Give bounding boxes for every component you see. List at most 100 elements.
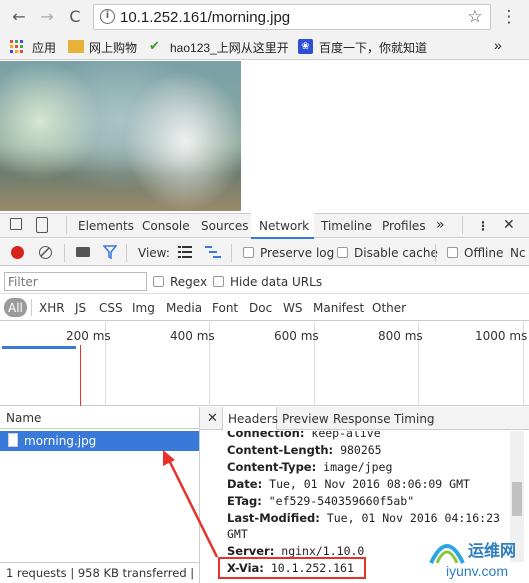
record-icon[interactable] — [11, 246, 24, 259]
throttling-select[interactable]: Nc — [510, 246, 526, 260]
offline-checkbox[interactable] — [447, 247, 458, 258]
type-font[interactable]: Font — [212, 301, 238, 315]
header-row: Content-Type: image/jpeg — [227, 460, 392, 474]
header-value: Tue, 01 Nov 2016 04:16:23 — [326, 511, 500, 525]
type-ws[interactable]: WS — [283, 301, 302, 315]
header-key: Date: — [227, 477, 263, 491]
header-key: ETag: — [227, 494, 262, 508]
watermark-url: iyunv.com — [446, 563, 508, 579]
type-other[interactable]: Other — [372, 301, 406, 315]
disable-cache-checkbox[interactable] — [337, 247, 348, 258]
header-key: Connection: — [227, 431, 305, 440]
bookmark-baidu[interactable]: 百度一下，你就知道 — [319, 39, 427, 56]
tab-sources[interactable]: Sources — [201, 219, 248, 233]
preserve-log-checkbox[interactable] — [243, 247, 254, 258]
filter-funnel-icon[interactable] — [102, 245, 118, 262]
overview-waterfall-icon[interactable] — [205, 246, 221, 261]
tab-response[interactable]: Response — [333, 412, 391, 426]
request-waterfall-bar — [2, 346, 76, 349]
toolbar-divider — [231, 244, 232, 262]
timeline-tick-label: 400 ms — [170, 329, 215, 343]
header-value: GMT — [227, 527, 248, 541]
header-value: keep-alive — [311, 431, 381, 440]
name-header-label[interactable]: Name — [6, 411, 41, 425]
url-text[interactable]: 10.1.252.161/morning.jpg — [120, 9, 290, 26]
info-icon[interactable]: i — [100, 9, 115, 24]
hao123-icon: ✔ — [149, 39, 160, 54]
clear-icon[interactable] — [39, 246, 52, 259]
inspect-element-icon[interactable] — [10, 218, 22, 230]
header-row: Last-Modified: Tue, 01 Nov 2016 04:16:23 — [227, 511, 500, 525]
toolbar-divider — [435, 244, 436, 262]
preserve-log-label[interactable]: Preserve log — [260, 246, 334, 260]
apps-grid-icon — [10, 40, 24, 54]
type-xhr[interactable]: XHR — [39, 301, 65, 315]
devtools-close-icon[interactable]: ✕ — [503, 217, 515, 233]
back-button[interactable]: ← — [10, 8, 28, 26]
header-row: Connection: keep-alive — [227, 431, 381, 440]
menu-icon[interactable]: ⋮ — [500, 8, 518, 26]
header-value: Tue, 01 Nov 2016 08:06:09 GMT — [269, 477, 470, 491]
type-media[interactable]: Media — [166, 301, 202, 315]
hide-data-urls-checkbox[interactable] — [213, 276, 224, 287]
regex-label[interactable]: Regex — [170, 275, 207, 289]
header-row: Content-Length: 980265 — [227, 443, 382, 457]
header-row: ETag: "ef529-540359660f5ab" — [227, 494, 414, 508]
scrollbar-thumb[interactable] — [512, 482, 522, 516]
folder-icon — [68, 40, 84, 53]
bookmark-shopping[interactable]: 网上购物 — [89, 39, 137, 56]
bookmark-apps[interactable]: 应用 — [32, 39, 56, 56]
tab-timeline[interactable]: Timeline — [321, 219, 372, 233]
tab-timing[interactable]: Timing — [394, 412, 435, 426]
disable-cache-label[interactable]: Disable cache — [354, 246, 438, 260]
detail-close-icon[interactable]: ✕ — [207, 411, 218, 426]
timeline-tick-label: 600 ms — [274, 329, 319, 343]
tabs-overflow-button[interactable]: » — [436, 217, 445, 233]
header-key: Server: — [227, 544, 275, 558]
header-value: 980265 — [340, 443, 382, 457]
devtools-menu-icon[interactable]: ⋮ — [477, 219, 489, 233]
request-name[interactable]: morning.jpg — [24, 434, 96, 448]
type-css[interactable]: CSS — [99, 301, 123, 315]
offline-label[interactable]: Offline — [464, 246, 503, 260]
type-all[interactable]: All — [8, 301, 23, 315]
device-mode-icon[interactable] — [36, 217, 48, 233]
tab-headers[interactable]: Headers — [228, 412, 278, 426]
header-key: Content-Type: — [227, 460, 317, 474]
tab-elements[interactable]: Elements — [78, 219, 134, 233]
reload-button[interactable]: C — [66, 8, 84, 26]
header-value: image/jpeg — [323, 460, 393, 474]
tab-profiles[interactable]: Profiles — [382, 219, 426, 233]
type-manifest[interactable]: Manifest — [313, 301, 364, 315]
screenshot-camera-icon[interactable] — [76, 247, 90, 257]
regex-checkbox[interactable] — [153, 276, 164, 287]
forward-button[interactable]: → — [38, 8, 56, 26]
highlight-box — [218, 557, 366, 579]
bookmarks-overflow-button[interactable]: » — [494, 37, 502, 53]
timeline-tick-label: 800 ms — [378, 329, 423, 343]
filter-input[interactable] — [4, 272, 147, 291]
header-row: Server: nginx/1.10.0 — [227, 544, 364, 558]
type-doc[interactable]: Doc — [249, 301, 272, 315]
watermark-text: 运维网 — [468, 541, 517, 560]
toolbar-divider — [126, 244, 127, 262]
timeline-tick-label: 1000 ms — [475, 329, 528, 343]
large-rows-icon[interactable] — [178, 246, 192, 261]
toolbar-divider — [462, 216, 463, 234]
tab-console[interactable]: Console — [142, 219, 190, 233]
hide-data-urls-label[interactable]: Hide data URLs — [230, 275, 322, 289]
status-summary: 1 requests | 958 KB transferred | — [6, 566, 195, 580]
document-file-icon — [8, 433, 18, 447]
view-label: View: — [138, 246, 170, 260]
type-divider — [31, 299, 32, 316]
header-row: GMT — [227, 527, 248, 541]
tab-preview[interactable]: Preview — [282, 412, 329, 426]
load-event-marker — [80, 345, 81, 406]
toolbar-divider — [64, 244, 65, 262]
baidu-paw-icon: ❀ — [298, 39, 313, 54]
tab-network[interactable]: Network — [259, 219, 309, 233]
type-js[interactable]: JS — [75, 301, 86, 315]
bookmark-hao123[interactable]: hao123_上网从这里开 — [170, 39, 288, 56]
type-img[interactable]: Img — [132, 301, 155, 315]
bookmark-star-icon[interactable]: ☆ — [466, 8, 484, 26]
